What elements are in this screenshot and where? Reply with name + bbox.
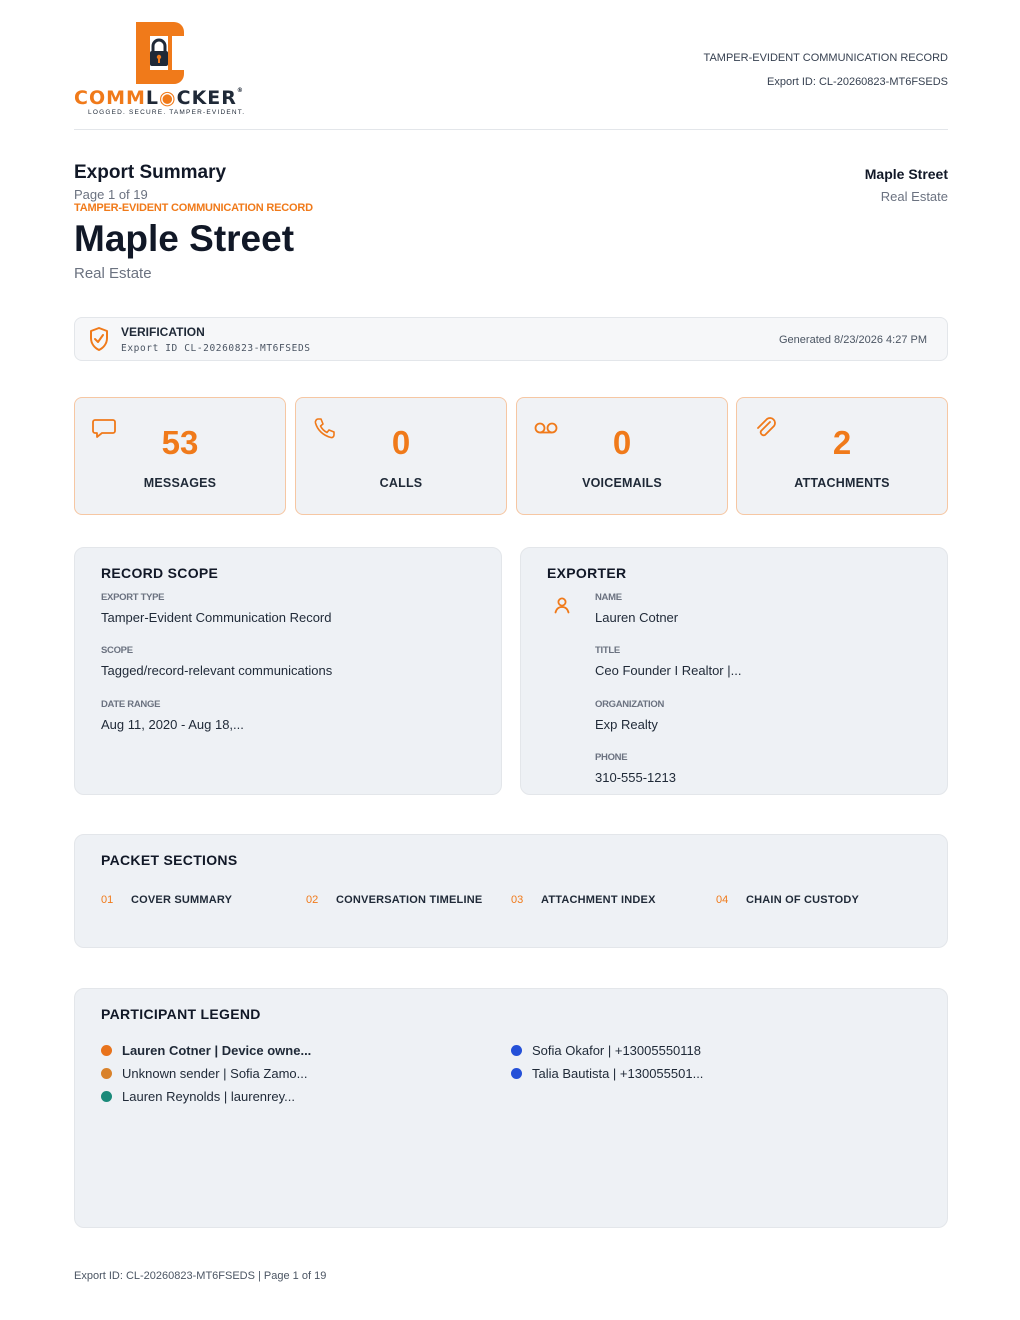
header-meta: TAMPER-EVIDENT COMMUNICATION RECORD Expo…	[704, 46, 948, 94]
packet-section-item[interactable]: 03 ATTACHMENT INDEX	[511, 894, 656, 906]
summary-right-category: Real Estate	[880, 189, 948, 204]
field-title: TITLE Ceo Founder I Realtor |...	[595, 645, 741, 678]
packet-section-item[interactable]: 01 COVER SUMMARY	[101, 894, 232, 906]
verification-export-id: Export ID CL-20260823-MT6FSEDS	[121, 343, 311, 354]
legend-item: Sofia Okafor | +13005550118	[511, 1043, 701, 1058]
field-scope: SCOPE Tagged/record-relevant communicati…	[101, 645, 332, 678]
stat-label-voicemails: VOICEMAILS	[582, 476, 662, 490]
stat-label-messages: MESSAGES	[143, 476, 217, 490]
exporter-title: EXPORTER	[547, 565, 627, 581]
legend-item: Lauren Cotner | Device owne...	[101, 1043, 311, 1058]
commlocker-logo: COMML◉CKER® LOGGED. SECURE. TAMPER-EVIDE…	[74, 18, 264, 118]
field-phone: PHONE 310-555-1213	[595, 752, 676, 785]
field-value: Lauren Cotner	[595, 610, 679, 625]
record-subtitle: Real Estate	[74, 265, 152, 282]
shield-check-icon	[90, 327, 108, 351]
record-scope-title: RECORD SCOPE	[101, 565, 219, 581]
field-label: SCOPE	[101, 645, 133, 656]
stat-card-voicemails: 0 VOICEMAILS	[516, 397, 728, 515]
participant-legend-title: PARTICIPANT LEGEND	[101, 1006, 261, 1022]
summary-right: Maple Street Real Estate	[865, 166, 948, 204]
section-number: 01	[101, 894, 114, 906]
field-value: Aug 11, 2020 - Aug 18,...	[101, 717, 244, 732]
stat-value-calls: 0	[391, 424, 411, 461]
legend-text: Sofia Okafor | +13005550118	[532, 1043, 702, 1058]
field-label: EXPORT TYPE	[101, 592, 165, 603]
logo-wordmark: COMML◉CKER®	[74, 87, 244, 109]
field-name: NAME Lauren Cotner	[595, 592, 678, 625]
section-number: 02	[306, 894, 319, 906]
stat-card-messages: 53 MESSAGES	[74, 397, 286, 515]
legend-item: Unknown sender | Sofia Zamo...	[101, 1066, 307, 1081]
field-value: Exp Realty	[595, 717, 658, 732]
summary-right-name: Maple Street	[864, 166, 948, 182]
stat-label-attachments: ATTACHMENTS	[794, 476, 890, 490]
stat-value-attachments: 2	[832, 424, 852, 461]
page-footer: Export ID: CL-20260823-MT6FSEDS | Page 1…	[74, 1270, 327, 1282]
section-number: 03	[511, 894, 524, 906]
field-organization: ORGANIZATION Exp Realty	[595, 699, 664, 732]
header-doc-type: TAMPER-EVIDENT COMMUNICATION RECORD	[703, 52, 948, 64]
field-label: TITLE	[595, 645, 620, 656]
legend-dot	[511, 1068, 522, 1079]
stat-label-calls: CALLS	[379, 476, 423, 490]
header-export-id: Export ID: CL-20260823-MT6FSEDS	[767, 76, 948, 88]
field-label: DATE RANGE	[101, 699, 161, 710]
field-value: Tamper-Evident Communication Record	[101, 610, 332, 625]
summary-title: Export Summary	[74, 162, 227, 183]
participant-legend-card: PARTICIPANT LEGEND Lauren Cotner | Devic…	[74, 988, 948, 1228]
verification-label: VERIFICATION	[121, 325, 205, 339]
field-value: Ceo Founder I Realtor |...	[595, 663, 742, 678]
record-eyebrow: TAMPER-EVIDENT COMMUNICATION RECORD	[74, 202, 313, 214]
section-label: CONVERSATION TIMELINE	[336, 894, 483, 906]
field-value: 310-555-1213	[595, 770, 676, 785]
export-summary: Export Summary Page 1 of 19 TAMPER-EVIDE…	[74, 162, 313, 282]
section-number: 04	[716, 894, 729, 906]
field-label: NAME	[595, 592, 622, 603]
verification-bar: VERIFICATION Export ID CL-20260823-MT6FS…	[74, 317, 948, 361]
legend-dot	[101, 1068, 112, 1079]
page-header: COMML◉CKER® LOGGED. SECURE. TAMPER-EVIDE…	[74, 18, 948, 130]
field-value: Tagged/record-relevant communications	[101, 663, 333, 678]
padlock-logo-icon	[136, 22, 184, 84]
stat-card-calls: 0 CALLS	[295, 397, 507, 515]
section-label: COVER SUMMARY	[131, 894, 233, 906]
legend-text: Unknown sender | Sofia Zamo...	[122, 1066, 308, 1081]
legend-item: Talia Bautista | +130055501...	[511, 1066, 703, 1081]
stat-value-voicemails: 0	[612, 424, 632, 461]
exporter-card: EXPORTER NAME Lauren Cotner TITLE Ceo Fo…	[520, 547, 948, 795]
field-label: ORGANIZATION	[595, 699, 665, 710]
field-date-range: DATE RANGE Aug 11, 2020 - Aug 18,...	[101, 699, 244, 732]
section-label: CHAIN OF CUSTODY	[746, 894, 860, 906]
logo-tagline: LOGGED. SECURE. TAMPER-EVIDENT.	[88, 109, 246, 116]
section-label: ATTACHMENT INDEX	[541, 894, 656, 906]
user-icon	[554, 597, 570, 614]
legend-dot	[101, 1091, 112, 1102]
legend-text: Lauren Cotner | Device owne...	[122, 1043, 312, 1058]
stat-card-attachments: 2 ATTACHMENTS	[736, 397, 948, 515]
field-export-type: EXPORT TYPE Tamper-Evident Communication…	[101, 592, 331, 625]
record-title: Maple Street	[74, 218, 295, 259]
packet-section-item[interactable]: 04 CHAIN OF CUSTODY	[716, 894, 859, 906]
stat-cards: 53 MESSAGES 0 CALLS 0 VOICEMAILS 2 ATTAC…	[74, 397, 948, 515]
legend-text: Lauren Reynolds | laurenrey...	[122, 1089, 295, 1104]
legend-dot	[511, 1045, 522, 1056]
legend-item: Lauren Reynolds | laurenrey...	[101, 1089, 295, 1104]
field-label: PHONE	[595, 752, 628, 763]
legend-dot	[101, 1045, 112, 1056]
legend-text: Talia Bautista | +130055501...	[532, 1066, 704, 1081]
record-scope-card: RECORD SCOPE EXPORT TYPE Tamper-Evident …	[74, 547, 502, 795]
packet-sections-card: PACKET SECTIONS 01 COVER SUMMARY 02 CONVER…	[74, 834, 948, 948]
page-indicator: Page 1 of 19	[74, 187, 148, 202]
packet-sections-title: PACKET SECTIONS	[101, 852, 238, 868]
stat-value-messages: 53	[161, 424, 199, 461]
packet-section-item[interactable]: 02 CONVERSATION TIMELINE	[306, 894, 482, 906]
generated-timestamp: Generated 8/23/2026 4:27 PM	[779, 334, 927, 346]
